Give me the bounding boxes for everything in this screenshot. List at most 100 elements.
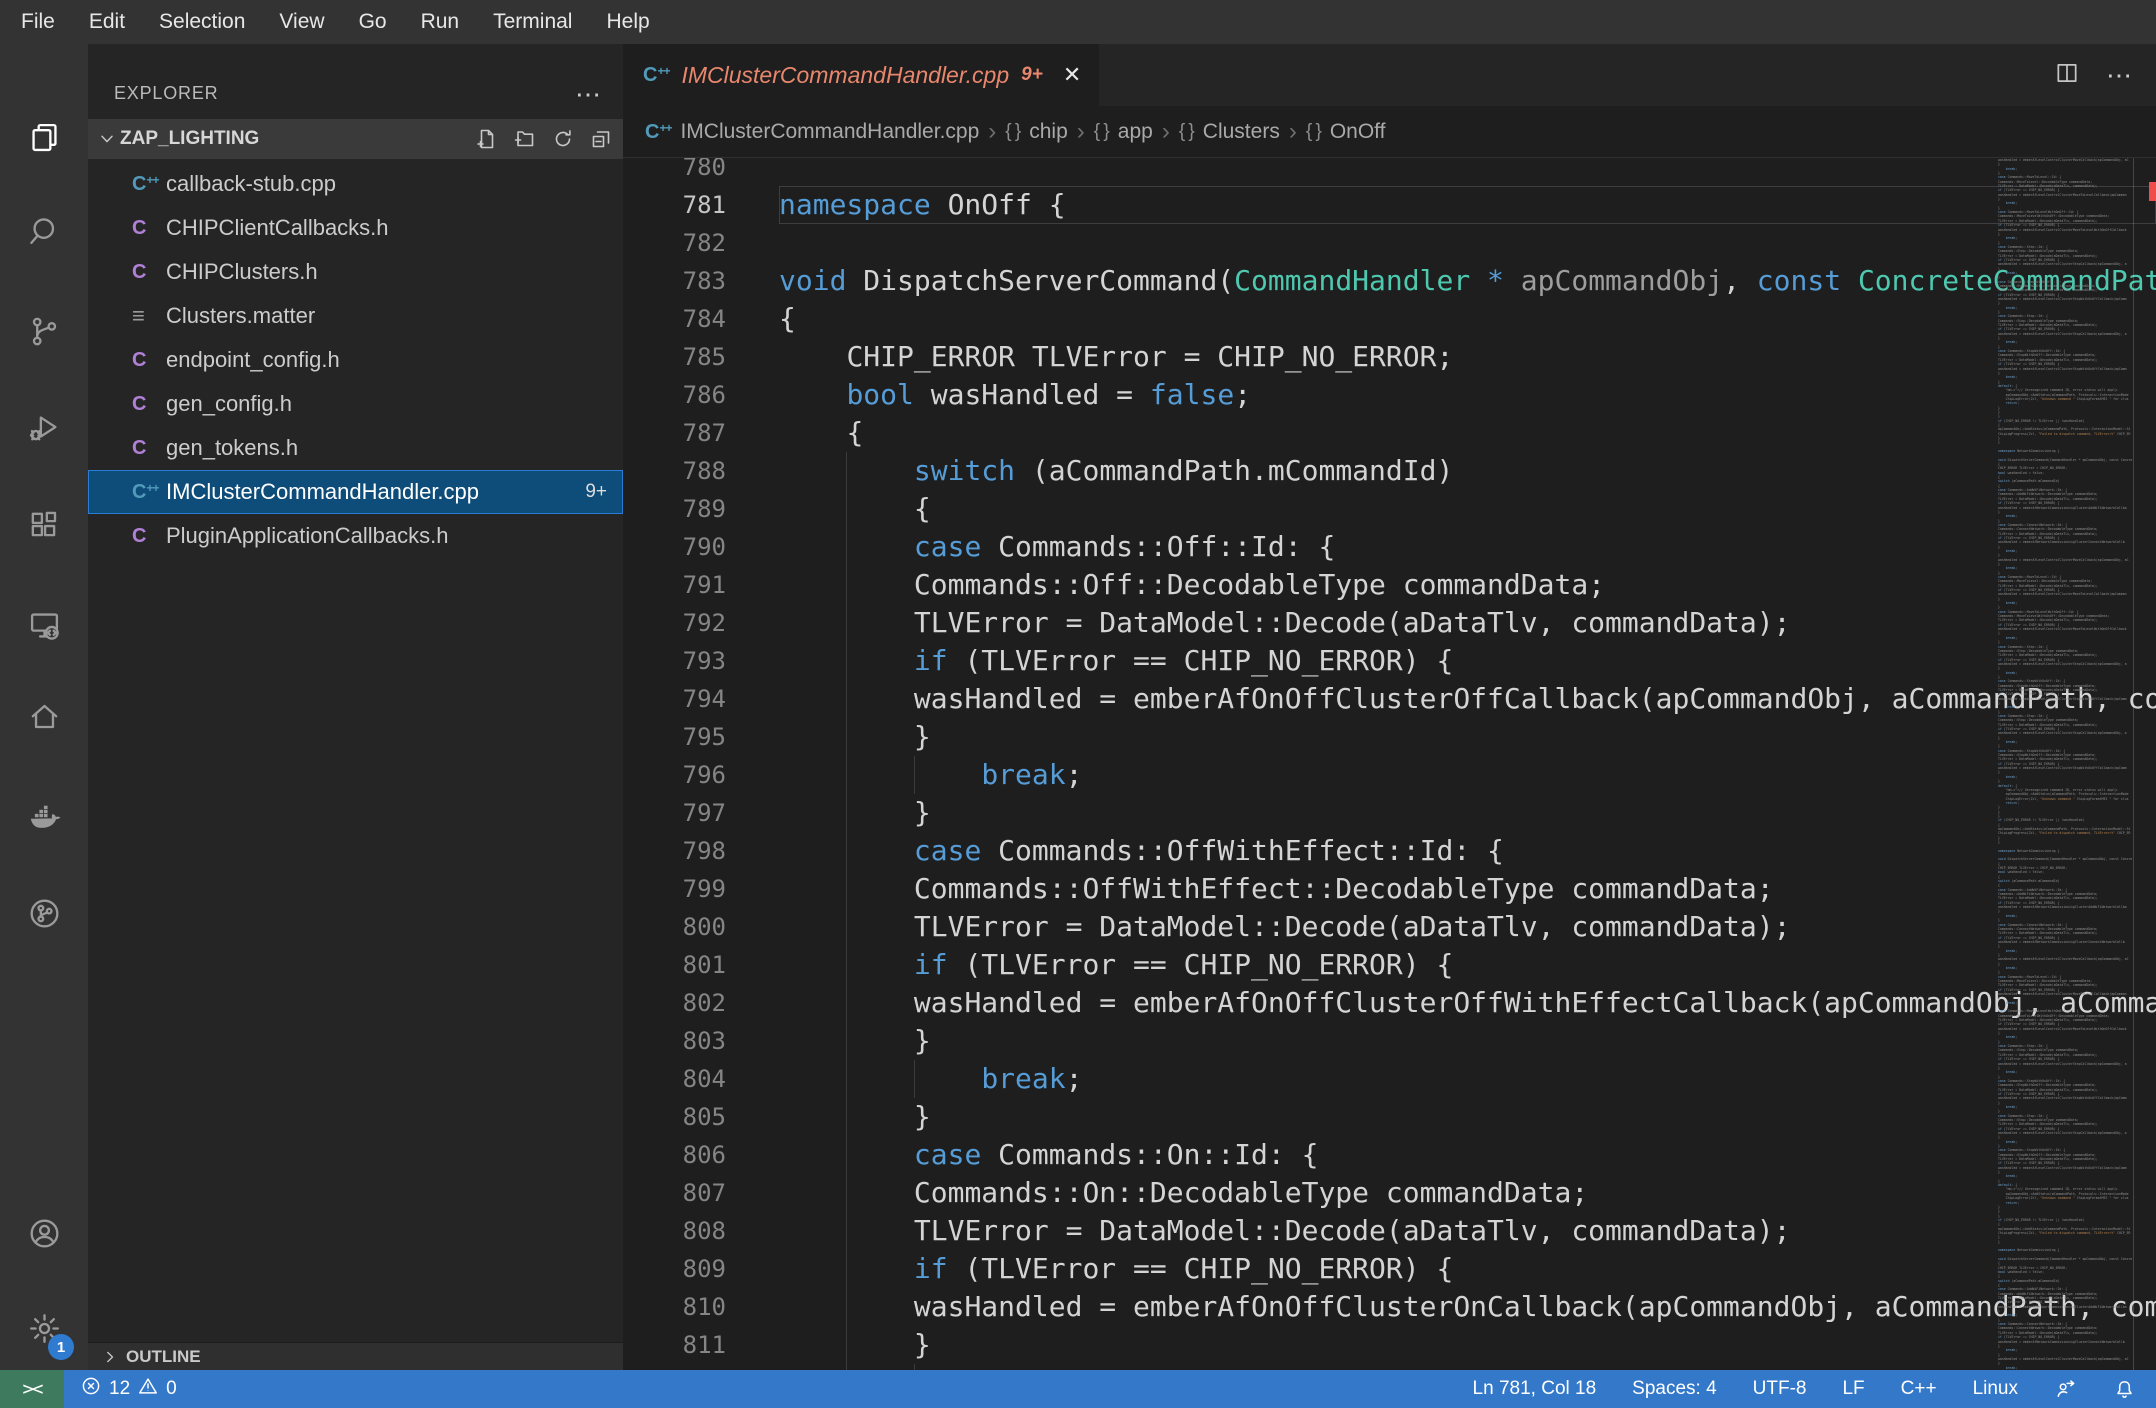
file-IMClusterCommandHandler.cpp[interactable]: C++ IMClusterCommandHandler.cpp 9+ bbox=[88, 470, 623, 514]
code-line-794[interactable]: 794 wasHandled = emberAfOnOffClusterOffCa… bbox=[623, 680, 2156, 718]
line-number[interactable]: 781 bbox=[623, 186, 779, 224]
menu-terminal[interactable]: Terminal bbox=[476, 0, 589, 44]
line-number[interactable]: 789 bbox=[623, 490, 779, 528]
status-language-mode[interactable]: C++ bbox=[1901, 1378, 1937, 1400]
code-line-801[interactable]: 801 if (TLVError == CHIP_NO_ERROR) { bbox=[623, 946, 2156, 984]
line-number[interactable]: 786 bbox=[623, 376, 779, 414]
code-line-791[interactable]: 791 Commands::Off::DecodableType commandD… bbox=[623, 566, 2156, 604]
code-line-798[interactable]: 798 case Commands::OffWithEffect::Id: { bbox=[623, 832, 2156, 870]
code-line-804[interactable]: 804 break; bbox=[623, 1060, 2156, 1098]
code-line-781[interactable]: 781 namespace OnOff { bbox=[623, 186, 2156, 224]
code-line-805[interactable]: 805} bbox=[623, 1098, 2156, 1136]
line-number[interactable]: 787 bbox=[623, 414, 779, 452]
line-number[interactable]: 811 bbox=[623, 1326, 779, 1364]
line-number[interactable]: 780 bbox=[623, 158, 779, 186]
close-icon[interactable]: ✕ bbox=[1063, 62, 1081, 88]
code-line-800[interactable]: 800 TLVError = DataModel::Decode(aDataTlv… bbox=[623, 908, 2156, 946]
collapse-all-button[interactable] bbox=[589, 127, 613, 151]
line-number[interactable]: 785 bbox=[623, 338, 779, 376]
code-line-790[interactable]: 790 case Commands::Off::Id: { bbox=[623, 528, 2156, 566]
line-number[interactable]: 799 bbox=[623, 870, 779, 908]
line-number[interactable]: 803 bbox=[623, 1022, 779, 1060]
breadcrumb-item-app[interactable]: app bbox=[1118, 120, 1153, 144]
code-line-785[interactable]: 785 CHIP_ERROR TLVError = CHIP_NO_ERROR; bbox=[623, 338, 2156, 376]
line-number[interactable]: 809 bbox=[623, 1250, 779, 1288]
activity-explorer[interactable] bbox=[0, 93, 88, 181]
line-number[interactable]: 808 bbox=[623, 1212, 779, 1250]
code-line-783[interactable]: 783 void DispatchServerCommand(CommandHan… bbox=[623, 262, 2156, 300]
line-number[interactable]: 796 bbox=[623, 756, 779, 794]
code-line-784[interactable]: 784{ bbox=[623, 300, 2156, 338]
line-number[interactable]: 793 bbox=[623, 642, 779, 680]
file-gen_config.h[interactable]: Cgen_config.h bbox=[88, 382, 623, 426]
line-number[interactable]: 790 bbox=[623, 528, 779, 566]
line-number[interactable]: 807 bbox=[623, 1174, 779, 1212]
code-editor[interactable]: 780 781 namespace OnOff {782 783 void Dispat… bbox=[623, 158, 2156, 1370]
line-number[interactable]: 800 bbox=[623, 908, 779, 946]
activity-account[interactable] bbox=[0, 1189, 88, 1277]
line-number[interactable]: 782 bbox=[623, 224, 779, 262]
file-CHIPClientCallbacks.h[interactable]: C CHIPClientCallbacks.h bbox=[88, 206, 623, 250]
line-number[interactable]: 783 bbox=[623, 262, 779, 300]
activity-gitlens[interactable] bbox=[0, 869, 88, 957]
code-line-806[interactable]: 806 case Commands::On::Id: { bbox=[623, 1136, 2156, 1174]
code-line-808[interactable]: 808 TLVError = DataModel::Decode(aDataTlv… bbox=[623, 1212, 2156, 1250]
status-indentation[interactable]: Spaces: 4 bbox=[1632, 1378, 1717, 1400]
activity-search[interactable] bbox=[0, 187, 88, 275]
folder-section-header[interactable]: ZAP_LIGHTING bbox=[88, 119, 623, 159]
status-encoding[interactable]: UTF-8 bbox=[1753, 1378, 1807, 1400]
menu-edit[interactable]: Edit bbox=[72, 0, 142, 44]
code-line-807[interactable]: 807 Commands::On::DecodableType commandDa… bbox=[623, 1174, 2156, 1212]
new-file-button[interactable] bbox=[475, 127, 499, 151]
explorer-more-button[interactable]: ⋯ bbox=[575, 81, 603, 107]
activity-home[interactable] bbox=[0, 672, 88, 760]
split-editor-icon[interactable] bbox=[2054, 60, 2080, 91]
code-line-786[interactable]: 786 bool wasHandled = false; bbox=[623, 376, 2156, 414]
breadcrumb-item-chip[interactable]: chip bbox=[1029, 120, 1068, 144]
remote-indicator[interactable]: >< bbox=[0, 1370, 64, 1408]
menu-selection[interactable]: Selection bbox=[142, 0, 262, 44]
code-line-797[interactable]: 797} bbox=[623, 794, 2156, 832]
code-line-787[interactable]: 787 { bbox=[623, 414, 2156, 452]
code-line-788[interactable]: 788 switch (aCommandPath.mCommandId) bbox=[623, 452, 2156, 490]
line-number[interactable]: 794 bbox=[623, 680, 779, 718]
line-number[interactable]: 805 bbox=[623, 1098, 779, 1136]
line-number[interactable]: 788 bbox=[623, 452, 779, 490]
code-line-802[interactable]: 802 wasHandled = emberAfOnOffClusterOffWi… bbox=[623, 984, 2156, 1022]
file-endpoint_config.h[interactable]: Cendpoint_config.h bbox=[88, 338, 623, 382]
status-eol[interactable]: LF bbox=[1842, 1378, 1864, 1400]
code-line-811[interactable]: 811} bbox=[623, 1326, 2156, 1364]
line-number[interactable]: 798 bbox=[623, 832, 779, 870]
menu-run[interactable]: Run bbox=[404, 0, 477, 44]
menu-help[interactable]: Help bbox=[589, 0, 666, 44]
breadcrumb-item-clusters[interactable]: Clusters bbox=[1203, 120, 1280, 144]
line-number[interactable]: 806 bbox=[623, 1136, 779, 1174]
activity-run-debug[interactable] bbox=[0, 384, 88, 472]
line-number[interactable]: 804 bbox=[623, 1060, 779, 1098]
code-line-799[interactable]: 799 Commands::OffWithEffect::DecodableTyp… bbox=[623, 870, 2156, 908]
more-actions-icon[interactable]: ⋯ bbox=[2106, 62, 2134, 88]
bell-icon[interactable] bbox=[2113, 1378, 2136, 1401]
tab-imclustercommandhandler[interactable]: C++ IMClusterCommandHandler.cpp 9+ ✕ bbox=[623, 44, 1100, 106]
problems-indicator[interactable]: 12 0 bbox=[80, 1375, 177, 1403]
file-Clusters.matter[interactable]: ≡ Clusters.matter bbox=[88, 294, 623, 338]
code-line-809[interactable]: 809 if (TLVError == CHIP_NO_ERROR) { bbox=[623, 1250, 2156, 1288]
breadcrumb-file[interactable]: C++ IMClusterCommandHandler.cpp bbox=[645, 120, 979, 144]
file-gen_tokens.h[interactable]: Cgen_tokens.h bbox=[88, 426, 623, 470]
menu-file[interactable]: File bbox=[4, 0, 72, 44]
activity-remote-explorer[interactable] bbox=[0, 581, 88, 669]
minimap[interactable]: wasHandled = emberAfLevelControlClusterM… bbox=[1986, 158, 2134, 1370]
line-number[interactable]: 801 bbox=[623, 946, 779, 984]
file-CHIPClusters.h[interactable]: C CHIPClusters.h bbox=[88, 250, 623, 294]
refresh-button[interactable] bbox=[551, 127, 575, 151]
line-number[interactable]: 795 bbox=[623, 718, 779, 756]
breadcrumb-item-onoff[interactable]: OnOff bbox=[1330, 120, 1386, 144]
menu-view[interactable]: View bbox=[262, 0, 341, 44]
activity-source-control[interactable] bbox=[0, 287, 88, 375]
code-line-789[interactable]: 789{ bbox=[623, 490, 2156, 528]
status-os[interactable]: Linux bbox=[1973, 1378, 2018, 1400]
code-line-795[interactable]: 795} bbox=[623, 718, 2156, 756]
code-line-803[interactable]: 803} bbox=[623, 1022, 2156, 1060]
status-cursor-position[interactable]: Ln 781, Col 18 bbox=[1473, 1378, 1597, 1400]
line-number[interactable]: 784 bbox=[623, 300, 779, 338]
